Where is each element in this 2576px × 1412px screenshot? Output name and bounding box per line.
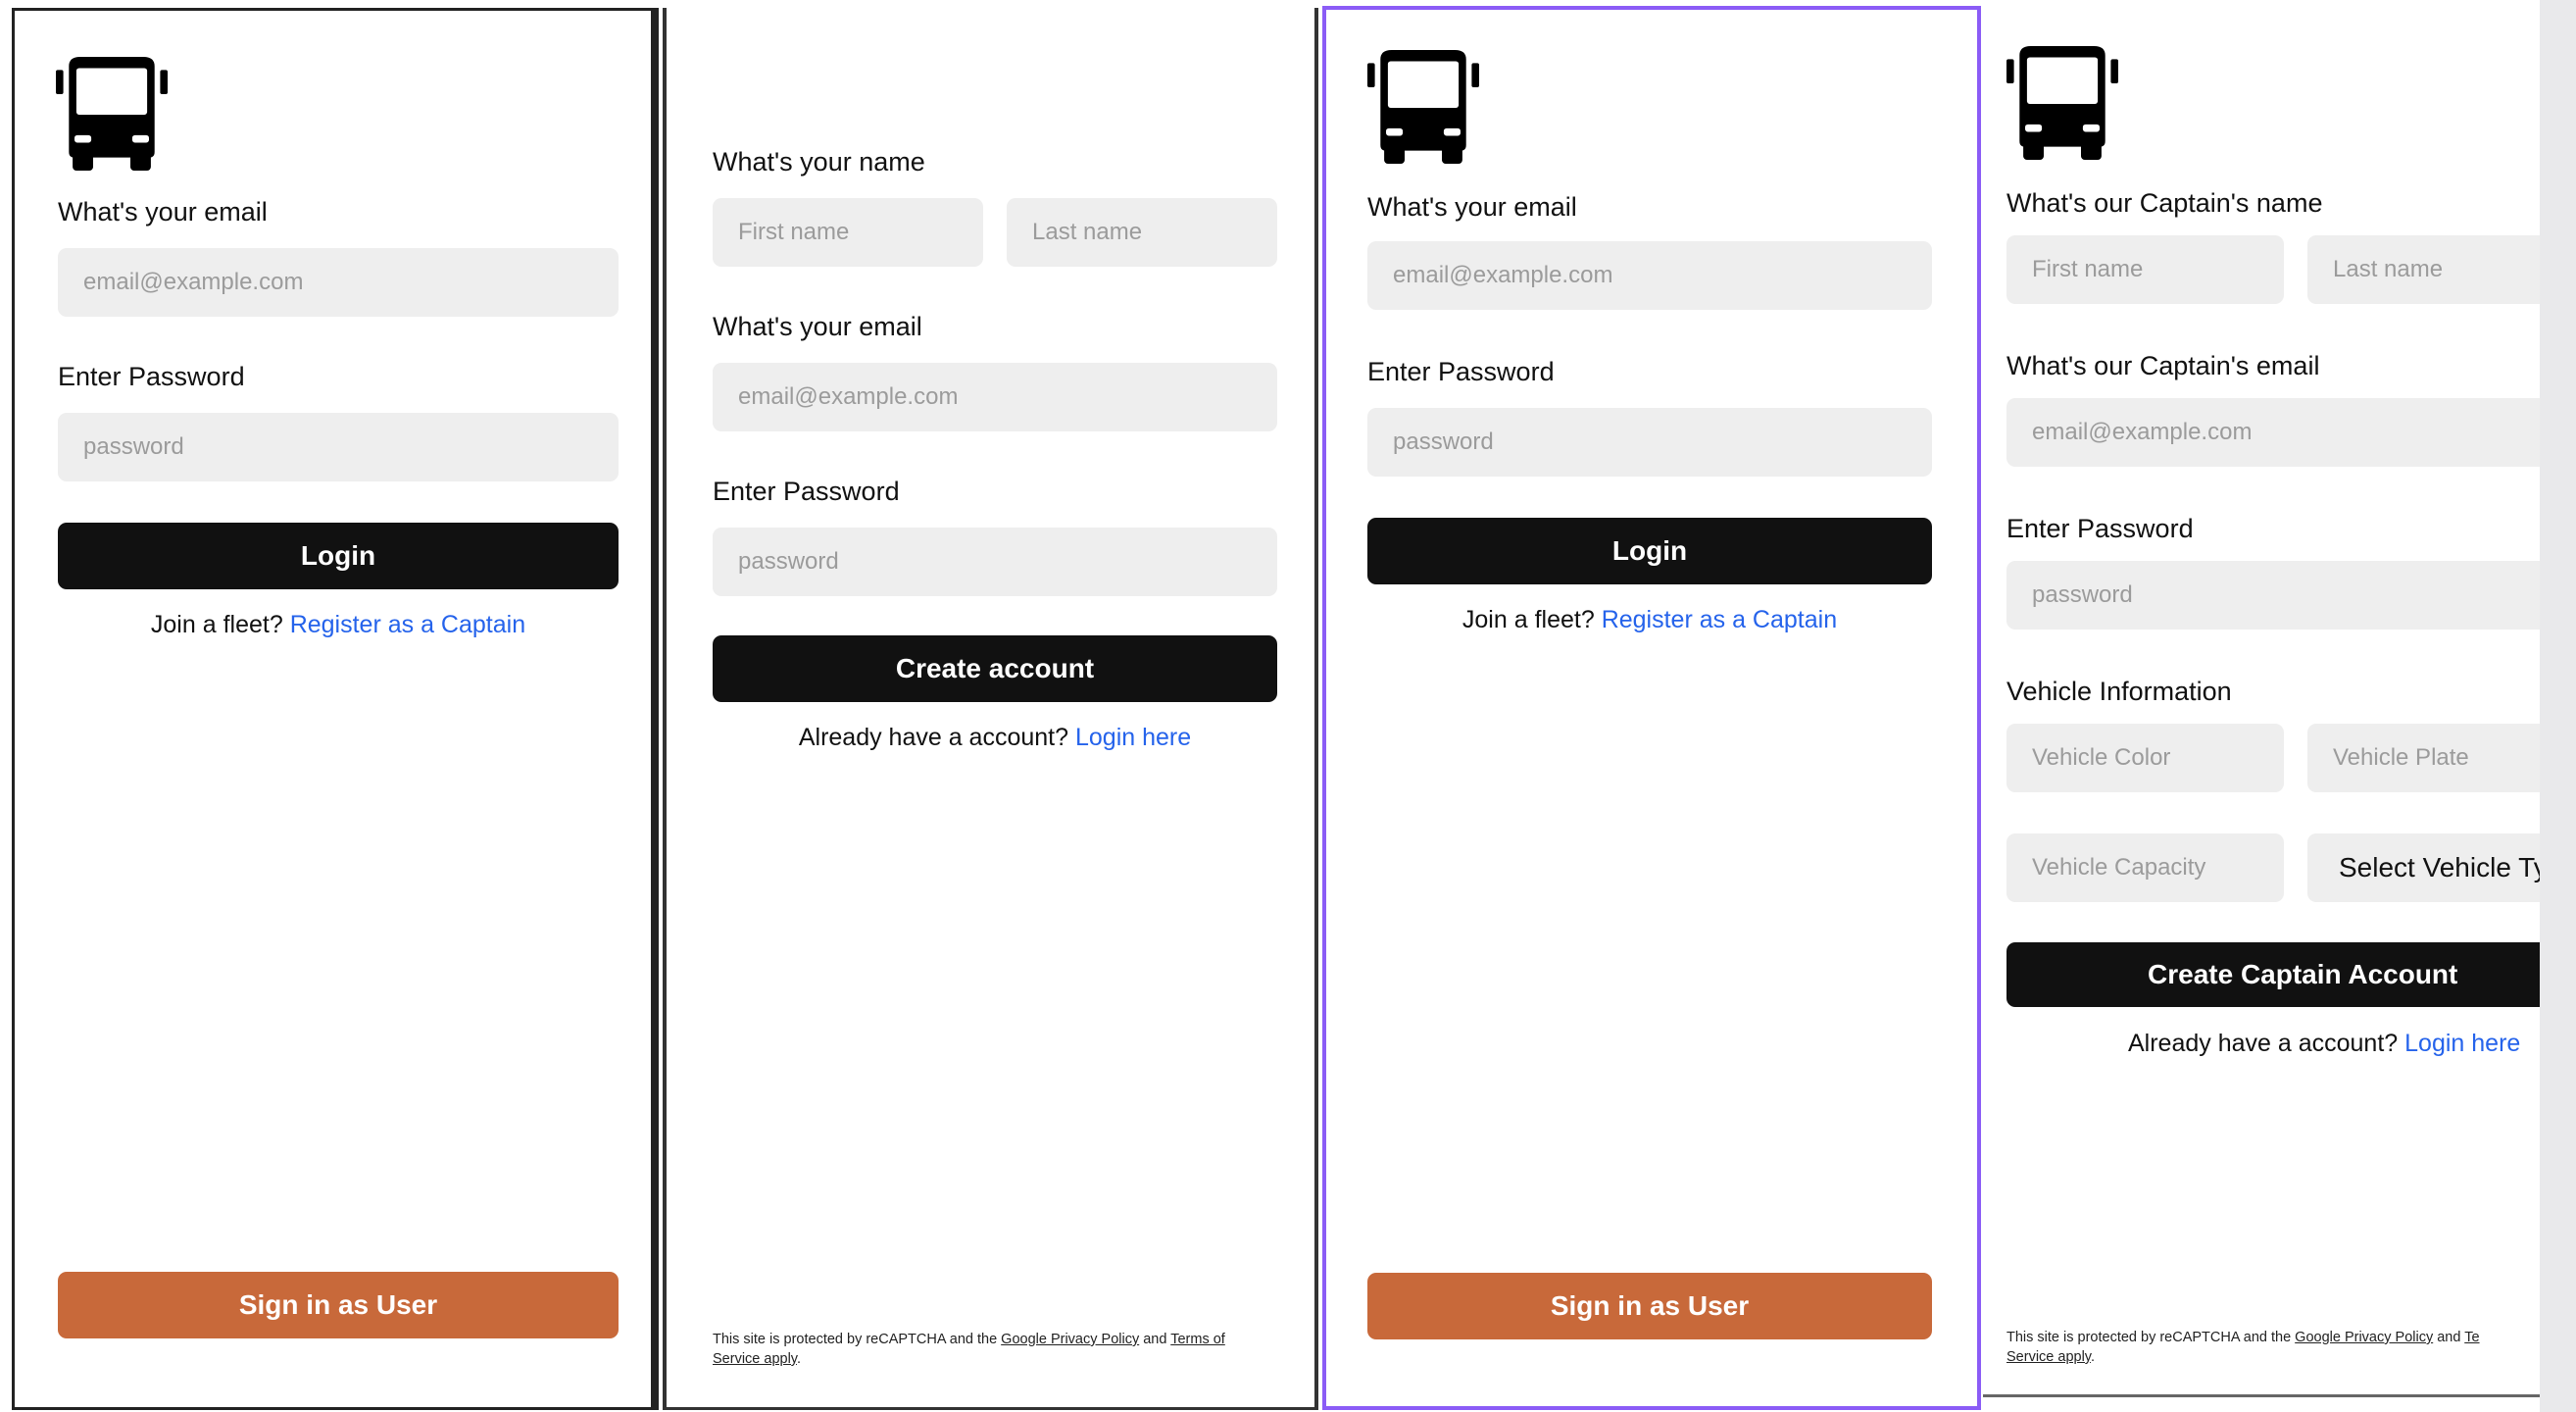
login-button[interactable]: Login <box>1367 518 1932 584</box>
register-prompt: Join a fleet? Register as a Captain <box>58 611 619 639</box>
recaptcha-text: This site is protected by reCAPTCHA and … <box>713 1332 998 1347</box>
have-account-text: Already have a account? <box>2128 1030 2399 1057</box>
and-text: and <box>1143 1332 1167 1347</box>
user-signup-panel: What's your name First name Last name Wh… <box>663 8 1318 1410</box>
sign-in-user-button[interactable]: Sign in as User <box>1367 1273 1932 1339</box>
password-label: Enter Password <box>713 477 900 506</box>
email-input[interactable]: email@example.com <box>58 248 619 317</box>
vehicle-capacity-input[interactable]: Vehicle Capacity <box>2006 833 2284 902</box>
login-here-link[interactable]: Login here <box>1075 724 1191 751</box>
and-text: and <box>2437 1330 2461 1345</box>
bus-icon <box>56 54 168 174</box>
login-prompt: Already have a account? Login here <box>713 724 1277 752</box>
vehicle-color-input[interactable]: Vehicle Color <box>2006 724 2284 792</box>
recaptcha-notice: This site is protected by reCAPTCHA and … <box>713 1330 1262 1369</box>
window-edge-strip <box>2540 0 2576 1412</box>
email-input[interactable]: email@example.com <box>1367 241 1932 310</box>
first-name-input[interactable]: First name <box>713 198 983 267</box>
email-label: What's your email <box>1367 192 1577 222</box>
have-account-text: Already have a account? <box>798 724 1069 751</box>
terms-link-fragment[interactable]: Te <box>2464 1330 2479 1345</box>
captain-name-label: What's our Captain's name <box>2006 188 2323 218</box>
create-captain-account-button[interactable]: Create Captain Account <box>2006 942 2540 1007</box>
password-input[interactable]: password <box>1367 408 1932 477</box>
password-input[interactable]: password <box>713 528 1277 596</box>
privacy-policy-link[interactable]: Google Privacy Policy <box>2295 1330 2433 1345</box>
password-label: Enter Password <box>58 362 245 391</box>
bus-icon <box>2006 43 2118 163</box>
name-label: What's your name <box>713 147 925 176</box>
user-login-panel: What's your email email@example.com Ente… <box>12 8 659 1410</box>
captain-signup-panel: What's our Captain's name First name Las… <box>1983 0 2540 1397</box>
captain-email-label: What's our Captain's email <box>2006 351 2320 380</box>
vehicle-type-select[interactable]: Select Vehicle Ty <box>2307 833 2540 902</box>
password-input[interactable]: password <box>58 413 619 481</box>
terms-link-continued[interactable]: Service apply <box>2006 1349 2091 1365</box>
vehicle-plate-input[interactable]: Vehicle Plate <box>2307 724 2540 792</box>
recaptcha-notice: This site is protected by reCAPTCHA and … <box>2006 1328 2540 1367</box>
join-fleet-text: Join a fleet? <box>150 611 283 638</box>
password-label: Enter Password <box>1367 357 1555 386</box>
login-here-link[interactable]: Login here <box>2404 1030 2520 1057</box>
period-text: . <box>796 1351 801 1367</box>
email-input[interactable]: email@example.com <box>713 363 1277 431</box>
email-label: What's your email <box>713 312 922 341</box>
first-name-input[interactable]: First name <box>2006 235 2284 304</box>
privacy-policy-link[interactable]: Google Privacy Policy <box>1001 1332 1139 1347</box>
login-button[interactable]: Login <box>58 523 619 589</box>
register-captain-link[interactable]: Register as a Captain <box>290 611 525 638</box>
email-label: What's your email <box>58 197 268 227</box>
sign-in-user-button[interactable]: Sign in as User <box>58 1272 619 1338</box>
login-prompt: Already have a account? Login here <box>2006 1030 2540 1058</box>
bus-icon <box>1367 47 1479 167</box>
recaptcha-text: This site is protected by reCAPTCHA and … <box>2006 1330 2292 1345</box>
user-login-panel-selected: What's your email email@example.com Ente… <box>1322 6 1981 1410</box>
register-captain-link[interactable]: Register as a Captain <box>1602 606 1837 633</box>
password-input[interactable]: password <box>2006 561 2540 630</box>
register-prompt: Join a fleet? Register as a Captain <box>1367 606 1932 634</box>
email-input[interactable]: email@example.com <box>2006 398 2540 467</box>
last-name-input[interactable]: Last name <box>2307 235 2540 304</box>
join-fleet-text: Join a fleet? <box>1461 606 1595 633</box>
create-account-button[interactable]: Create account <box>713 635 1277 702</box>
period-text: . <box>2090 1349 2095 1365</box>
password-label: Enter Password <box>2006 514 2194 543</box>
last-name-input[interactable]: Last name <box>1007 198 1277 267</box>
vehicle-info-label: Vehicle Information <box>2006 677 2232 706</box>
